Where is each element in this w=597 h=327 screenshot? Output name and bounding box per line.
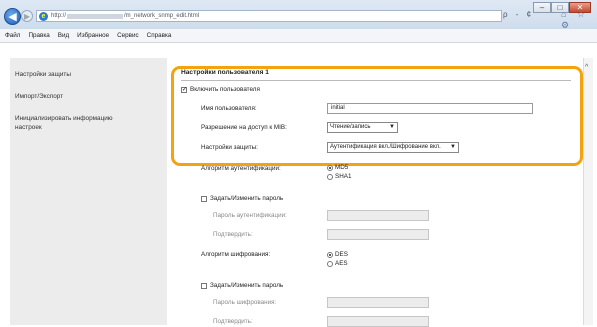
- enable-user-label: Включить пользователя: [190, 86, 260, 93]
- enable-user-checkbox[interactable]: ✓: [181, 87, 187, 93]
- address-tools[interactable]: ρ - ¢: [503, 10, 534, 19]
- set-enc-password-checkbox[interactable]: [201, 283, 207, 289]
- chevron-down-icon: ▼: [389, 124, 395, 130]
- back-button[interactable]: ◀: [4, 8, 21, 25]
- enc-confirm-input[interactable]: [327, 316, 429, 327]
- chevron-down-icon: ▼: [450, 144, 456, 150]
- sidebar: Настройки защиты Импорт/Экспорт Инициали…: [10, 58, 167, 325]
- set-enc-password-label: Задать/Изменить пароль: [210, 282, 284, 289]
- enc-des-label: DES: [335, 251, 348, 258]
- arrow-left-icon: ◀: [8, 11, 17, 23]
- auth-password-label: Пароль аутентификации:: [213, 212, 287, 219]
- menu-tools[interactable]: Сервис: [117, 32, 139, 39]
- enc-aes-radio[interactable]: [327, 261, 333, 267]
- vertical-scrollbar[interactable]: ^: [583, 58, 593, 325]
- auth-sha1-label: SHA1: [335, 173, 352, 180]
- section-title: Настройки пользователя 1: [181, 69, 269, 76]
- sidebar-item-initialize[interactable]: Инициализировать информацию настроек: [15, 114, 135, 132]
- scroll-up-icon[interactable]: ^: [585, 64, 588, 71]
- auth-sha1-radio[interactable]: [327, 174, 333, 180]
- enc-password-input[interactable]: [327, 297, 429, 308]
- security-value: Аутентификация вкл./Шифрование вкл.: [330, 144, 441, 150]
- divider: [181, 80, 571, 81]
- toolbar-icons[interactable]: ⌂ ☆ ⚙: [561, 9, 597, 31]
- username-input[interactable]: initial: [327, 103, 533, 114]
- main-content: Настройки пользователя 1 ✓ Включить поль…: [167, 58, 583, 327]
- auth-algo-label: Алгоритм аутентификации:: [201, 165, 281, 172]
- url-prefix: http://: [51, 13, 67, 19]
- menu-favorites[interactable]: Избранное: [77, 32, 109, 39]
- url-suffix: /m_network_snmp_edit.html: [124, 13, 200, 19]
- menu-file[interactable]: Файл: [5, 32, 20, 39]
- address-bar[interactable]: e http:// /m_network_snmp_edit.html: [36, 10, 502, 22]
- sidebar-item-security[interactable]: Настройки защиты: [15, 70, 71, 79]
- mib-access-value: Чтение/запись: [330, 124, 371, 130]
- auth-md5-radio[interactable]: [327, 165, 333, 171]
- mib-access-select[interactable]: Чтение/запись ▼: [327, 122, 398, 133]
- browser-window: – □ ✕ ◀ ▶ e http:// /m_network_snmp_edit…: [0, 0, 597, 327]
- auth-confirm-input[interactable]: [327, 229, 429, 240]
- minimize-button[interactable]: –: [533, 2, 551, 13]
- title-bar: – □ ✕ ◀ ▶ e http:// /m_network_snmp_edit…: [0, 0, 597, 31]
- enc-des-radio[interactable]: [327, 252, 333, 258]
- arrow-right-icon: ▶: [23, 11, 31, 21]
- menu-bar: Файл Правка Вид Избранное Сервис Справка: [0, 29, 597, 43]
- auth-password-input[interactable]: [327, 210, 429, 221]
- mib-access-label: Разрешение на доступ к MIB:: [201, 124, 287, 131]
- security-label: Настройки защиты:: [201, 144, 258, 151]
- enc-algo-label: Алгоритм шифрования:: [201, 251, 271, 258]
- username-label: Имя пользователя:: [201, 105, 257, 112]
- enc-confirm-label: Подтвердить:: [213, 318, 253, 325]
- url-masked-host: [67, 13, 124, 19]
- auth-confirm-label: Подтвердить:: [213, 231, 253, 238]
- sidebar-item-import-export[interactable]: Импорт/Экспорт: [15, 92, 63, 101]
- enc-aes-label: AES: [335, 260, 348, 267]
- menu-edit[interactable]: Правка: [28, 32, 49, 39]
- enc-password-label: Пароль шифрования:: [213, 299, 277, 306]
- set-auth-password-label: Задать/Изменить пароль: [210, 195, 284, 202]
- ie-icon: e: [39, 11, 48, 21]
- security-select[interactable]: Аутентификация вкл./Шифрование вкл. ▼: [327, 142, 459, 153]
- auth-md5-label: MD5: [335, 164, 349, 171]
- menu-help[interactable]: Справка: [147, 32, 172, 39]
- menu-view[interactable]: Вид: [58, 32, 69, 39]
- set-auth-password-checkbox[interactable]: [201, 196, 207, 202]
- forward-button[interactable]: ▶: [21, 10, 33, 22]
